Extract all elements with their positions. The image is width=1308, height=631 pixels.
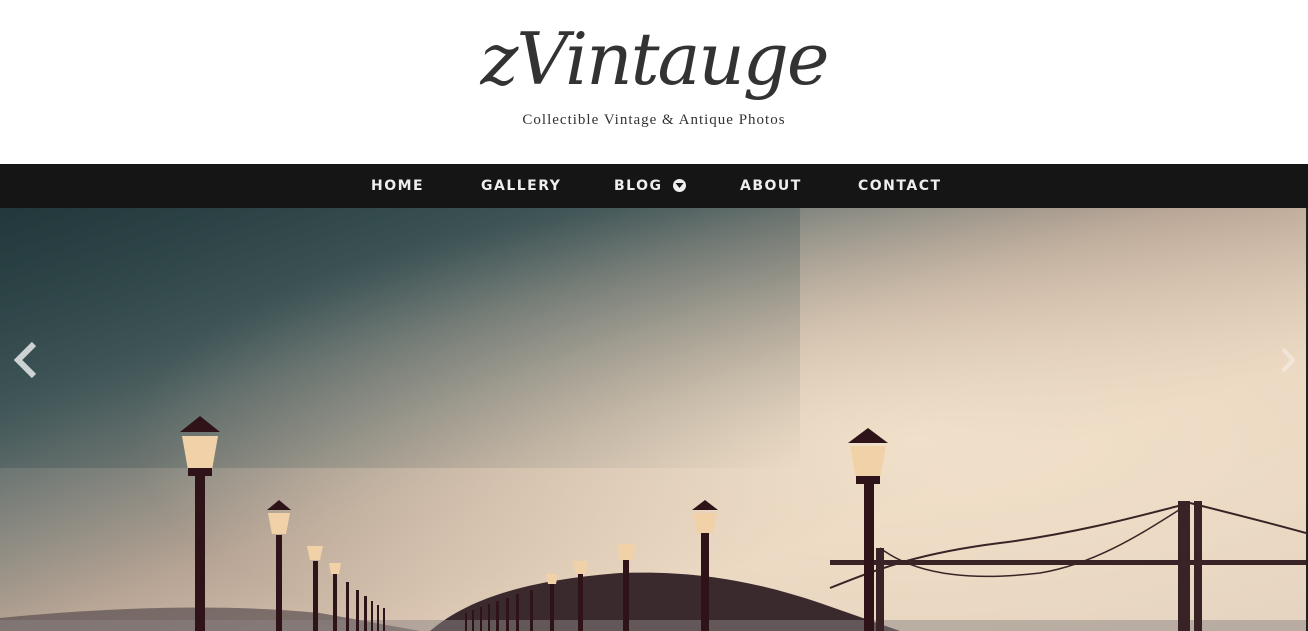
chevron-right-icon xyxy=(1281,347,1296,373)
site-header: zVintauge Collectible Vintage & Antique … xyxy=(0,0,1308,164)
nav-blog-link[interactable]: BLOG xyxy=(614,164,663,208)
nav-contact-link[interactable]: CONTACT xyxy=(858,164,942,208)
nav-gallery-link[interactable]: GALLERY xyxy=(481,164,561,208)
site-logo[interactable]: zVintauge xyxy=(0,14,1308,104)
main-navigation: HOME GALLERY BLOG ABOUT CONTACT xyxy=(0,164,1308,208)
chevron-left-icon xyxy=(13,341,37,379)
hero-slide-image xyxy=(0,208,1306,631)
site-tagline: Collectible Vintage & Antique Photos xyxy=(522,112,786,128)
slider-prev-button[interactable] xyxy=(10,340,40,380)
nav-home-link[interactable]: HOME xyxy=(371,164,424,208)
hero-slider xyxy=(0,208,1306,631)
blog-dropdown-icon[interactable] xyxy=(673,179,686,192)
slider-next-button[interactable] xyxy=(1278,345,1298,375)
nav-about-link[interactable]: ABOUT xyxy=(740,164,802,208)
